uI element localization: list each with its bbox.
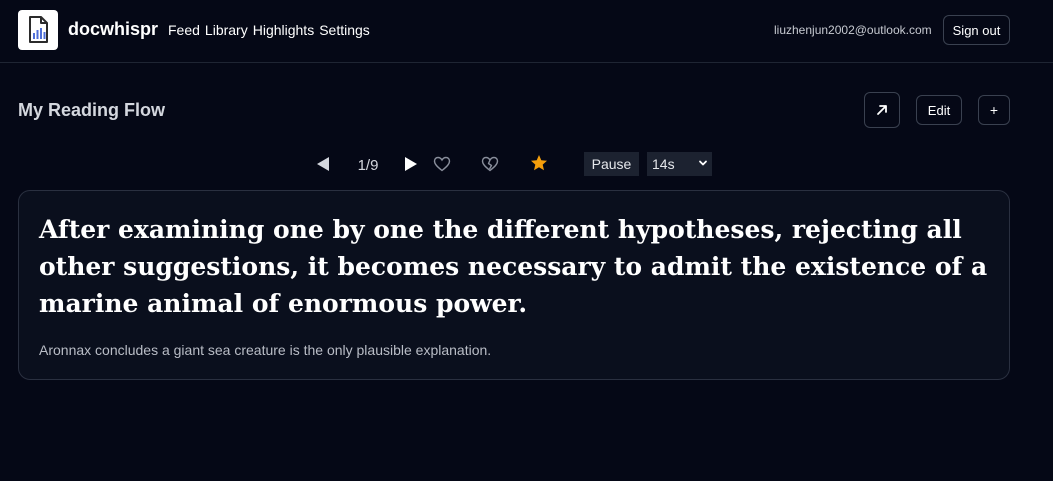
heart-outline-icon (433, 156, 451, 172)
interval-select[interactable]: 14s (647, 152, 712, 176)
highlight-summary: Aronnax concludes a giant sea creature i… (39, 342, 492, 358)
edit-button[interactable]: Edit (916, 95, 962, 125)
player-controls: 1/9 Pause 14s (0, 150, 1053, 180)
next-button[interactable] (402, 155, 420, 173)
item-counter: 1/9 (357, 156, 379, 174)
previous-button[interactable] (314, 155, 332, 173)
highlight-quote: After examining one by one the different… (39, 215, 988, 318)
document-audio-icon (29, 16, 48, 43)
app-name[interactable]: docwhispr (68, 19, 158, 40)
like-button[interactable] (432, 154, 452, 174)
pause-button[interactable]: Pause (584, 152, 639, 176)
highlight-card: After examining one by one the different… (18, 190, 1010, 380)
main-nav: Feed Library Highlights Settings (168, 22, 370, 38)
top-navigation-bar: docwhispr Feed Library Highlights Settin… (0, 0, 1053, 63)
open-external-button[interactable] (864, 92, 900, 128)
user-email: liuzhenjun2002@outlook.com (774, 23, 932, 37)
triangle-left-icon (317, 157, 329, 171)
triangle-right-icon (405, 157, 417, 171)
nav-item-library[interactable]: Library (205, 22, 248, 38)
favorite-button[interactable] (529, 153, 549, 173)
sign-out-button[interactable]: Sign out (943, 15, 1010, 45)
star-filled-icon (531, 155, 547, 171)
chevron-down-icon (699, 160, 707, 166)
dislike-button[interactable] (480, 154, 500, 174)
nav-item-settings[interactable]: Settings (319, 22, 370, 38)
interval-value: 14s (652, 156, 675, 172)
nav-item-feed[interactable]: Feed (168, 22, 200, 38)
nav-item-highlights[interactable]: Highlights (253, 22, 314, 38)
add-button[interactable]: + (978, 95, 1010, 125)
broken-heart-icon (481, 156, 499, 172)
app-logo[interactable] (18, 10, 58, 50)
arrow-up-right-icon (877, 105, 887, 115)
page-title: My Reading Flow (18, 100, 166, 120)
